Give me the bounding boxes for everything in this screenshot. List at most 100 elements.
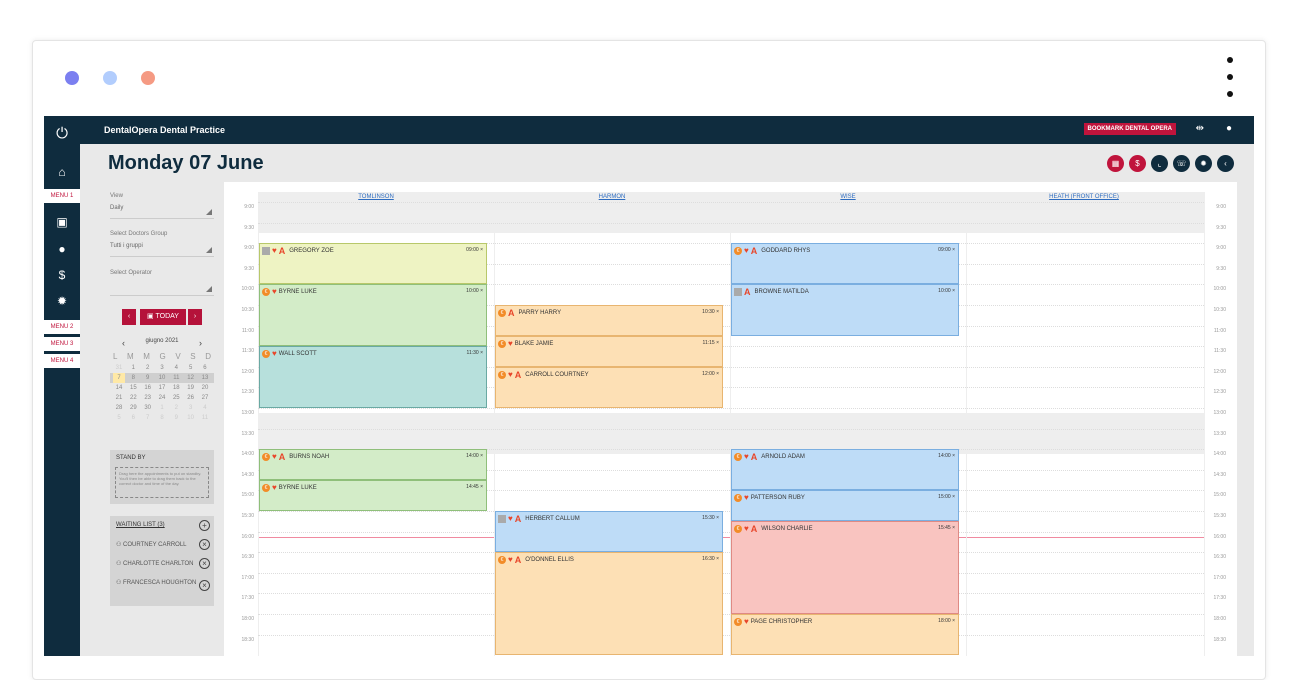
waiting-person[interactable]: ⚇ FRANCESCA HOUGHTON (116, 579, 196, 586)
cal-day[interactable]: 21 (113, 393, 125, 403)
waiting-list-title[interactable]: WAITING LIST (3) (116, 522, 165, 528)
close-icon[interactable]: × (951, 618, 955, 624)
calendar-icon[interactable]: ▣ (44, 215, 80, 229)
compress-icon[interactable]: ⇹ (1196, 123, 1204, 134)
appointment-card[interactable]: € ♥ A O'DONNEL ELLIS 16:30 × (495, 552, 723, 656)
window-dot-orange[interactable] (141, 71, 155, 85)
appointment-card[interactable]: € ♥ BLAKE JAMIE 11:15 × (495, 335, 723, 367)
close-icon[interactable]: × (479, 484, 483, 490)
cal-day[interactable]: 9 (142, 373, 154, 383)
appointment-card[interactable]: € A PARRY HARRY 10:30 × (495, 305, 723, 336)
cal-day[interactable]: 19 (185, 383, 197, 393)
close-icon[interactable]: × (951, 494, 955, 500)
close-icon[interactable]: × (479, 350, 483, 356)
appointment-card[interactable]: € ♥ A WILSON CHARLIE 15:45 × (731, 521, 959, 614)
appointment-card[interactable]: € ♥ BYRNE LUKE 14:45 × (259, 480, 487, 511)
appointment-card[interactable]: ♥ A HERBERT CALLUM 15:30 × (495, 511, 723, 553)
cal-day[interactable]: 22 (127, 393, 139, 403)
gear-icon[interactable]: ✹ (44, 294, 80, 308)
cal-day[interactable]: 10 (156, 373, 168, 383)
cal-day[interactable]: 14 (113, 383, 125, 393)
cal-day[interactable]: 11 (170, 373, 182, 383)
kebab-menu-icon[interactable] (1225, 57, 1235, 101)
cal-day[interactable]: 20 (199, 383, 211, 393)
dollar-icon[interactable]: $ (44, 268, 80, 282)
cal-day[interactable]: 26 (185, 393, 197, 403)
close-icon[interactable]: × (715, 556, 719, 562)
cal-day[interactable]: 2 (142, 363, 154, 373)
close-icon[interactable]: × (715, 515, 719, 521)
doctor-column-header[interactable]: HARMON (494, 194, 730, 200)
payments-icon[interactable]: $ (1129, 155, 1146, 172)
operator-select[interactable]: Select Operator (110, 270, 214, 296)
cal-day[interactable]: 12 (185, 373, 197, 383)
close-icon[interactable]: × (951, 247, 955, 253)
close-icon[interactable]: × (479, 453, 483, 459)
cal-day[interactable]: 11 (199, 413, 211, 423)
cal-day[interactable]: 25 (170, 393, 182, 403)
phone-icon[interactable]: ☏ (1173, 155, 1190, 172)
standby-dropzone[interactable]: Drag here the appointments to put on sta… (115, 467, 209, 498)
appointment-card[interactable]: A BROWNE MATILDA 10:00 × (731, 284, 959, 336)
waiting-person[interactable]: ⚇ CHARLOTTE CHARLTON (116, 560, 194, 567)
appointment-card[interactable]: € ♥ PAGE CHRISTOPHER 18:00 × (731, 614, 959, 656)
sidebar-menu-3[interactable]: MENU 3 (44, 337, 80, 351)
appointment-card[interactable]: € ♥ WALL SCOTT 11:30 × (259, 346, 487, 408)
cal-next-icon[interactable]: › (199, 338, 202, 348)
doctor-column-header[interactable]: HEATH (FRONT OFFICE) (966, 194, 1202, 200)
cal-day[interactable]: 24 (156, 393, 168, 403)
cal-day[interactable]: 23 (142, 393, 154, 403)
qr-icon[interactable]: ▦ (1107, 155, 1124, 172)
cal-day[interactable]: 16 (142, 383, 154, 393)
home-icon[interactable]: ⌂ (44, 165, 80, 179)
chair-icon[interactable]: ⌞ (1151, 155, 1168, 172)
close-icon[interactable]: × (479, 247, 483, 253)
next-day-button[interactable]: › (188, 309, 202, 325)
cal-day[interactable]: 9 (170, 413, 182, 423)
power-icon[interactable]: ⏻ (44, 125, 80, 142)
remove-waiting-icon[interactable]: × (199, 558, 210, 569)
waiting-person[interactable]: ⚇ COURTNEY CARROLL (116, 541, 187, 548)
cal-prev-icon[interactable]: ‹ (122, 338, 125, 348)
close-icon[interactable]: × (479, 288, 483, 294)
doctor-column-header[interactable]: TOMLINSON (258, 194, 494, 200)
bookmark-button[interactable]: BOOKMARK DENTAL OPERA (1083, 123, 1176, 135)
cal-day[interactable]: 4 (170, 363, 182, 373)
close-icon[interactable]: × (951, 288, 955, 294)
sidebar-menu-2[interactable]: MENU 2 (44, 320, 80, 334)
cal-day[interactable]: 5 (185, 363, 197, 373)
cal-day[interactable]: 1 (127, 363, 139, 373)
window-dot-blue[interactable] (65, 71, 79, 85)
cal-day[interactable]: 30 (142, 403, 154, 413)
user-icon[interactable]: ● (44, 242, 80, 256)
cal-day[interactable]: 7 (142, 413, 154, 423)
cal-day[interactable]: 13 (199, 373, 211, 383)
close-icon[interactable]: × (951, 525, 955, 531)
collapse-icon[interactable]: ‹ (1217, 155, 1234, 172)
cal-day[interactable]: 8 (127, 373, 139, 383)
cal-day[interactable]: 28 (113, 403, 125, 413)
cal-day[interactable]: 27 (199, 393, 211, 403)
cal-day[interactable]: 6 (199, 363, 211, 373)
close-icon[interactable]: × (715, 371, 719, 377)
settings-icon[interactable]: ✹ (1195, 155, 1212, 172)
cal-day[interactable]: 31 (113, 363, 125, 373)
cal-day[interactable]: 1 (156, 403, 168, 413)
appointment-card[interactable]: € ♥ BYRNE LUKE 10:00 × (259, 284, 487, 347)
appointment-card[interactable]: € ♥ A BURNS NOAH 14:00 × (259, 449, 487, 481)
cal-day[interactable]: 7 (113, 373, 125, 383)
remove-waiting-icon[interactable]: × (199, 580, 210, 591)
appointment-card[interactable]: € ♥ A ARNOLD ADAM 14:00 × (731, 449, 959, 491)
remove-waiting-icon[interactable]: × (199, 539, 210, 550)
doctors-group-select[interactable]: Select Doctors Group Tutti i gruppi (110, 231, 214, 257)
cal-day[interactable]: 10 (185, 413, 197, 423)
appointment-card[interactable]: ♥ A GREGORY ZOE 09:00 × (259, 243, 487, 285)
cal-day[interactable]: 3 (156, 363, 168, 373)
sidebar-menu-4[interactable]: MENU 4 (44, 354, 80, 368)
add-waiting-icon[interactable]: + (199, 520, 210, 531)
cal-day[interactable]: 18 (170, 383, 182, 393)
close-icon[interactable]: × (715, 340, 719, 346)
cal-day[interactable]: 2 (170, 403, 182, 413)
doctor-column-header[interactable]: WISE (730, 194, 966, 200)
sidebar-menu-1[interactable]: MENU 1 (44, 189, 80, 203)
